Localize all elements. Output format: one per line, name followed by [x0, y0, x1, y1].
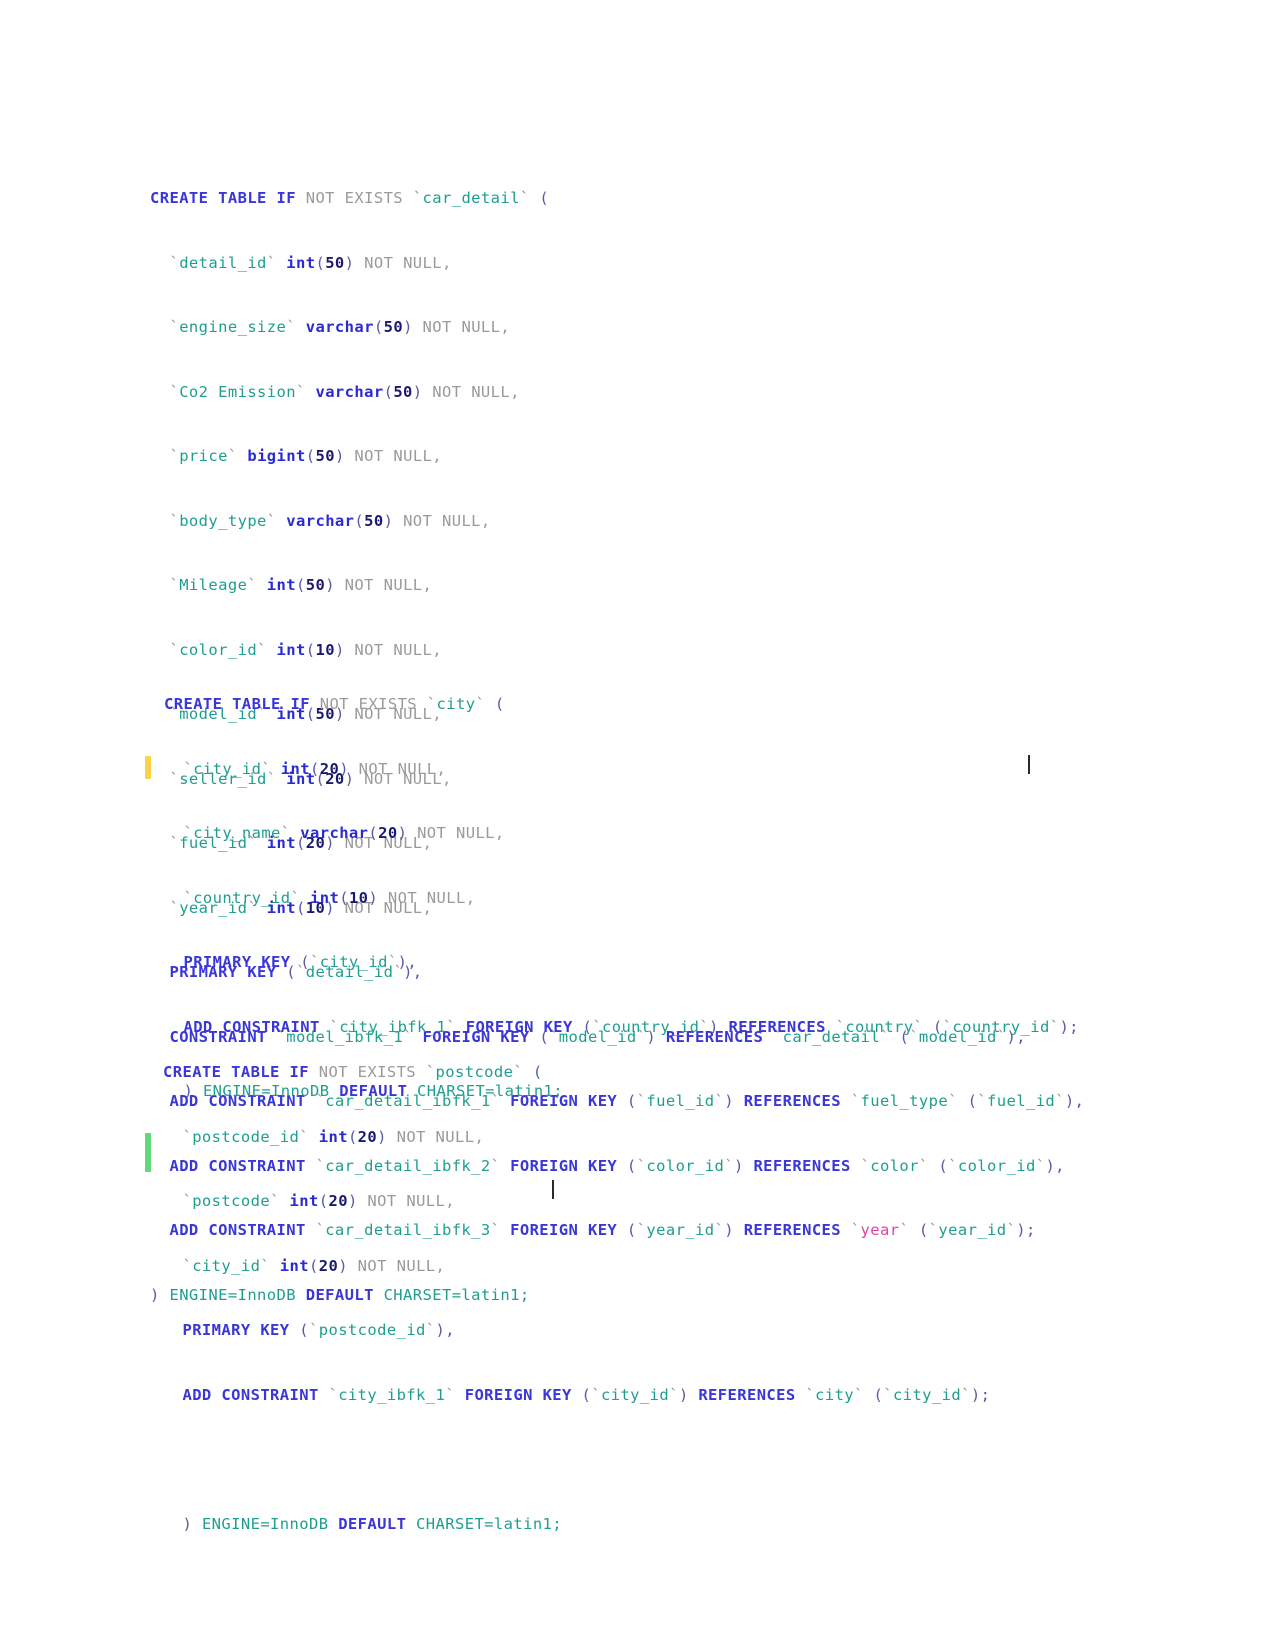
code-line[interactable]: `body_type` varchar(50) NOT NULL, [150, 511, 1084, 533]
code-line[interactable]: CREATE TABLE IF NOT EXISTS `city` ( [164, 694, 1079, 716]
code-line[interactable]: `city_name` varchar(20) NOT NULL, [164, 823, 1079, 845]
code-line[interactable]: `price` bigint(50) NOT NULL, [150, 446, 1084, 468]
text-caret [1028, 755, 1030, 774]
code-line[interactable]: `detail_id` int(50) NOT NULL, [150, 253, 1084, 275]
code-line[interactable]: `postcode_id` int(20) NOT NULL, [163, 1127, 990, 1149]
modified-line-marker[interactable] [145, 756, 151, 779]
code-line[interactable]: `postcode` int(20) NOT NULL, [163, 1191, 990, 1213]
code-line[interactable]: `Co2 Emission` varchar(50) NOT NULL, [150, 382, 1084, 404]
code-line[interactable]: `engine_size` varchar(50) NOT NULL, [150, 317, 1084, 339]
code-line[interactable]: PRIMARY KEY (`city_id`), [164, 952, 1079, 974]
code-line[interactable]: PRIMARY KEY (`postcode_id`), [163, 1320, 990, 1342]
code-line[interactable]: CREATE TABLE IF NOT EXISTS `postcode` ( [163, 1062, 990, 1084]
code-line-empty[interactable] [163, 1449, 990, 1471]
code-line[interactable]: `country_id` int(10) NOT NULL, [164, 888, 1079, 910]
added-line-marker[interactable] [145, 1133, 151, 1172]
text-caret [552, 1180, 554, 1199]
code-line[interactable]: `city_id` int(20) NOT NULL, [164, 759, 1079, 781]
code-line[interactable]: `Mileage` int(50) NOT NULL, [150, 575, 1084, 597]
code-line[interactable]: CREATE TABLE IF NOT EXISTS `car_detail` … [150, 188, 1084, 210]
code-line[interactable]: ADD CONSTRAINT `city_ibfk_1` FOREIGN KEY… [163, 1385, 990, 1407]
code-line[interactable]: `city_id` int(20) NOT NULL, [163, 1256, 990, 1278]
code-line[interactable]: ) ENGINE=InnoDB DEFAULT CHARSET=latin1; [163, 1514, 990, 1536]
sql-statement-postcode[interactable]: CREATE TABLE IF NOT EXISTS `postcode` ( … [163, 1019, 990, 1578]
sql-editor-canvas[interactable]: CREATE TABLE IF NOT EXISTS `car_detail` … [0, 0, 1275, 1651]
